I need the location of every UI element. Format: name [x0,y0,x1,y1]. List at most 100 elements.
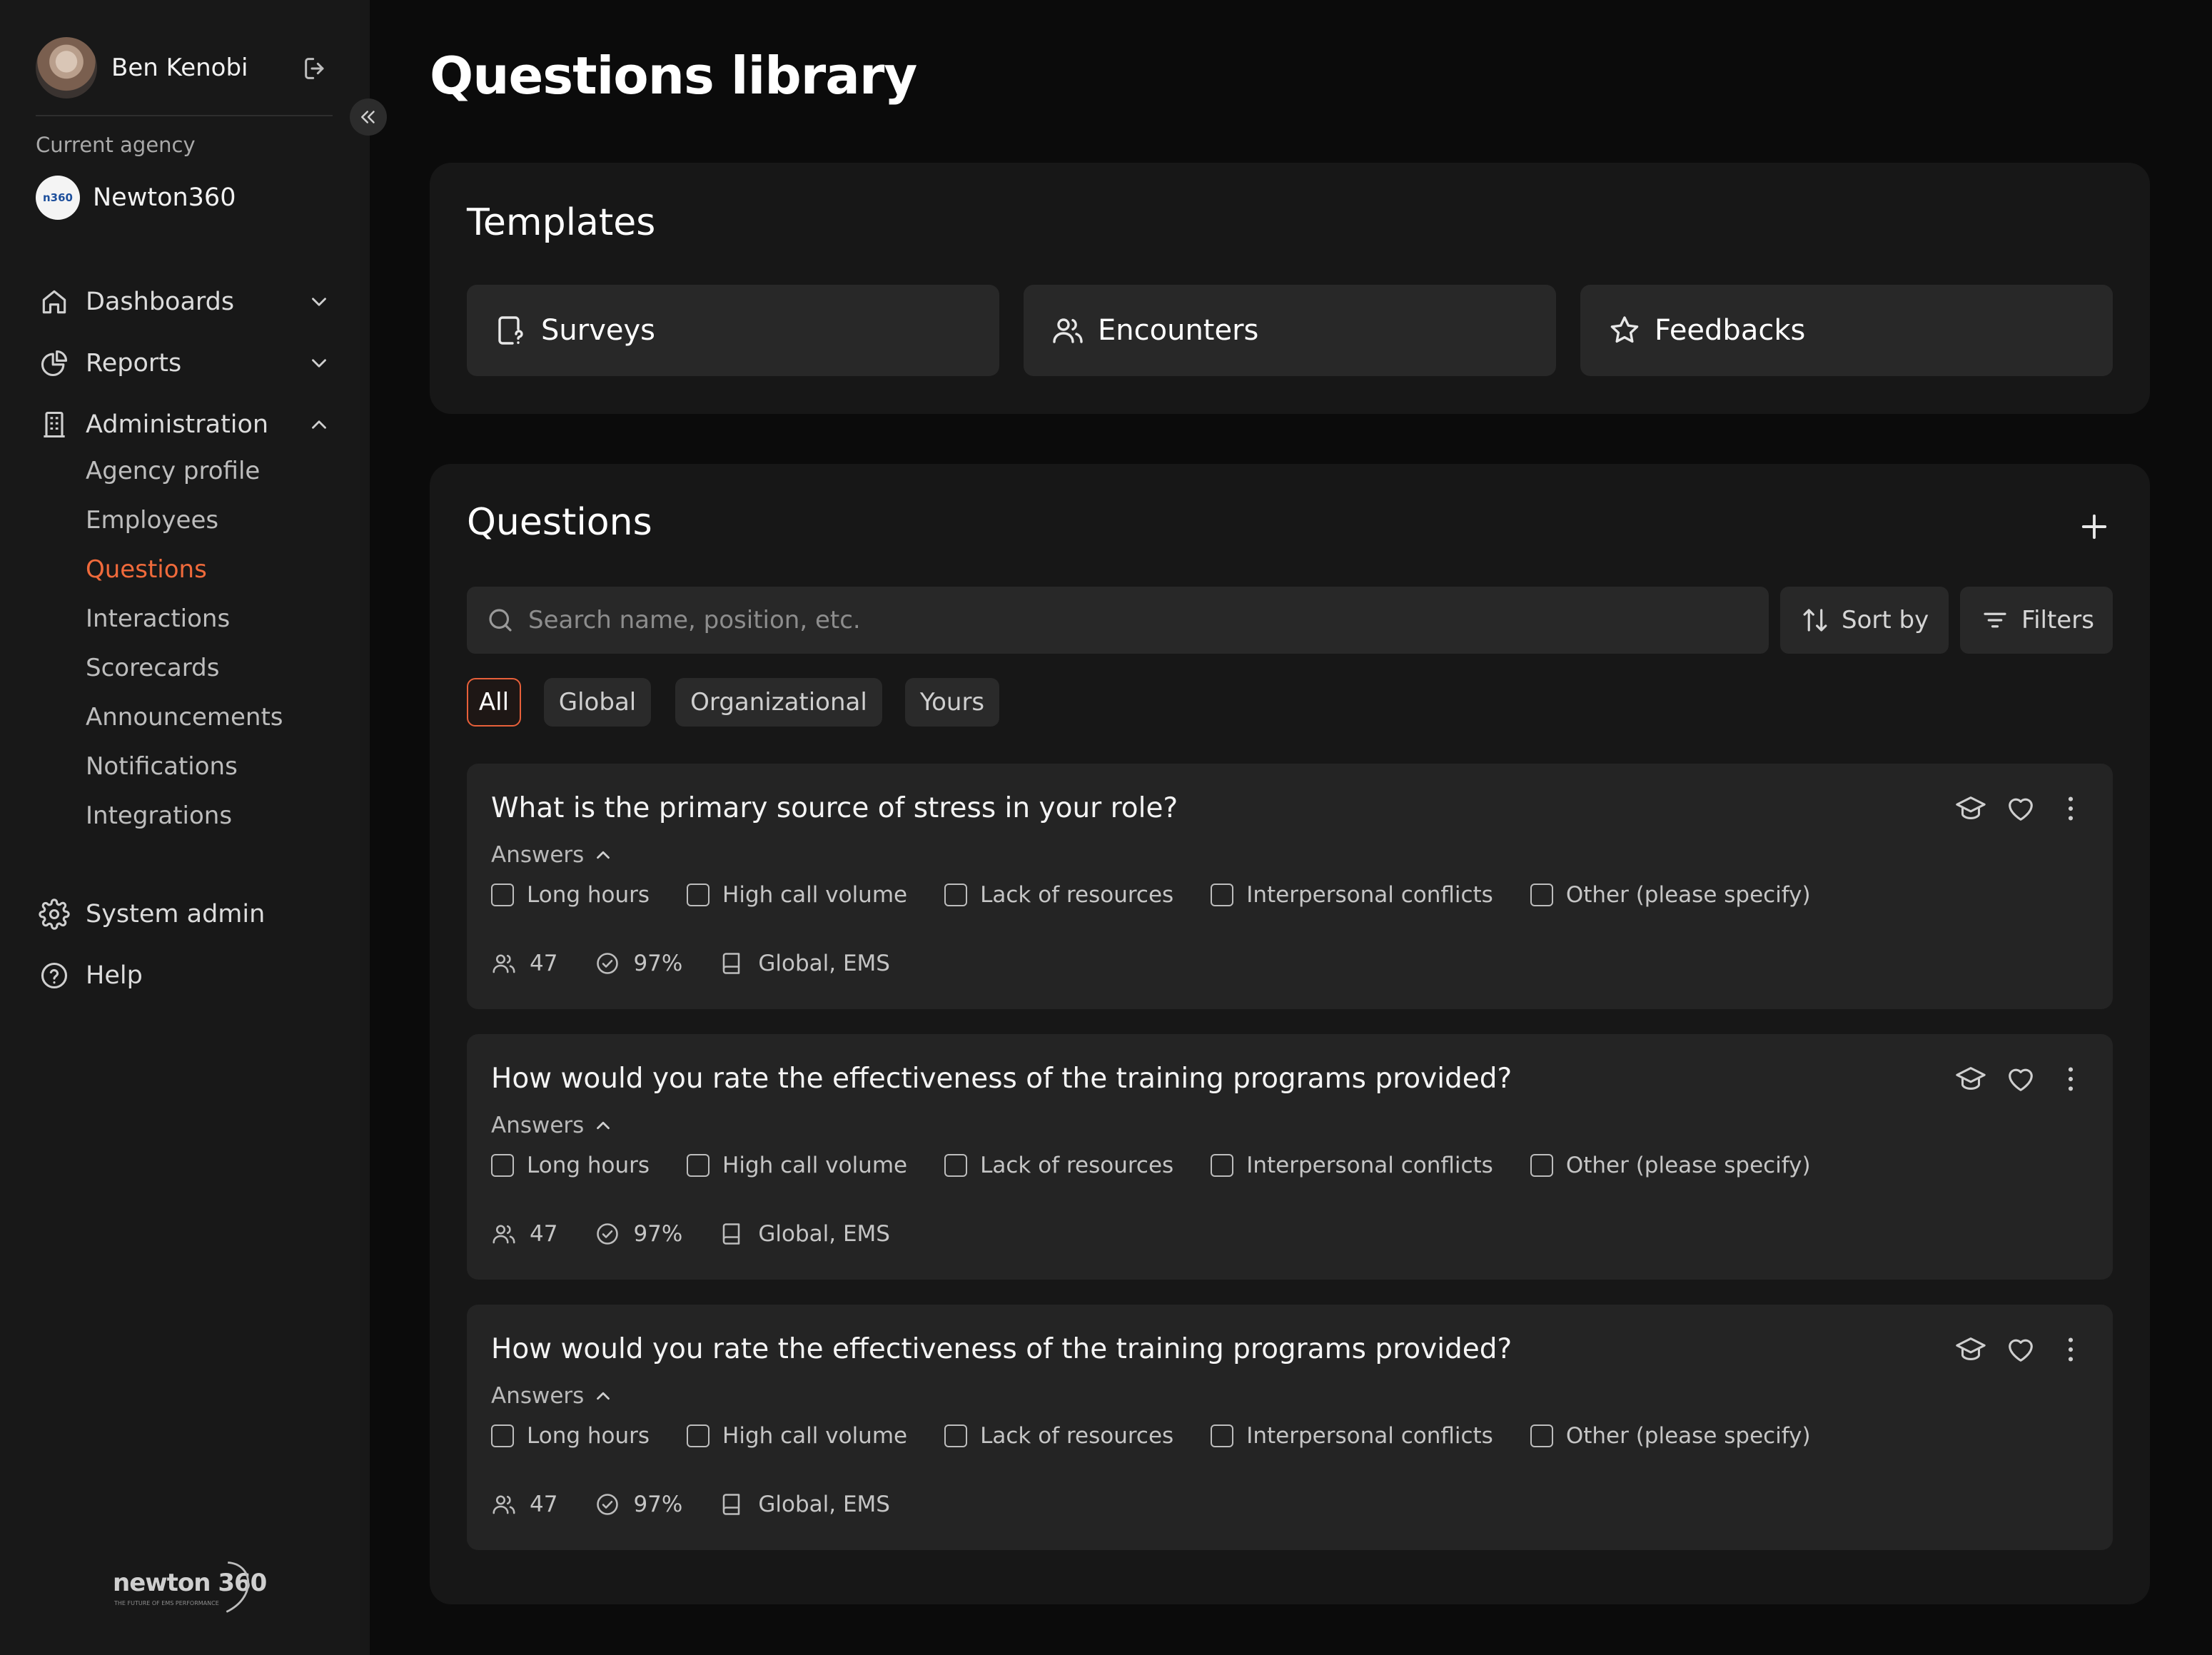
sidebar-item-employees[interactable]: Employees [86,506,218,535]
answers-list: Long hours High call volume Lack of reso… [491,1423,1848,1449]
answers-list: Long hours High call volume Lack of reso… [491,882,1848,908]
answers-toggle[interactable]: Answers [491,1113,614,1138]
double-chevron-left-icon [358,106,379,128]
answer-option[interactable]: Other (please specify) [1530,1153,1811,1178]
users-icon [491,951,517,976]
sidebar-item-integrations[interactable]: Integrations [86,801,232,830]
avatar[interactable] [36,37,97,98]
answer-option[interactable]: Other (please specify) [1530,1423,1811,1449]
sidebar-item-administration[interactable]: Administration [39,407,331,442]
book-icon [719,1492,745,1517]
answer-option[interactable]: Lack of resources [944,1153,1173,1178]
chevron-down-icon[interactable] [307,351,331,375]
answer-option[interactable]: Other (please specify) [1530,882,1811,908]
question-card[interactable]: What is the primary source of stress in … [467,764,2113,1009]
template-encounters[interactable]: Encounters [1024,285,1556,376]
answers-toggle[interactable]: Answers [491,1383,614,1409]
sidebar-item-label: System admin [86,900,266,928]
chevron-up-icon [592,1115,614,1136]
answer-option[interactable]: Interpersonal conflicts [1211,1153,1493,1178]
collapse-sidebar-button[interactable] [350,98,387,136]
checkbox[interactable] [491,884,514,906]
sidebar-item-label: Reports [86,349,182,378]
checkbox[interactable] [944,1154,968,1177]
answer-option[interactable]: Lack of resources [944,1423,1173,1449]
answer-option[interactable]: High call volume [687,882,907,908]
tab-all[interactable]: All [467,678,521,727]
checkbox[interactable] [491,1424,514,1447]
question-card[interactable]: How would you rate the effectiveness of … [467,1305,2113,1550]
more-vertical-icon[interactable] [2054,1063,2087,1095]
more-vertical-icon[interactable] [2054,792,2087,825]
tab-organizational[interactable]: Organizational [675,678,882,727]
search-input[interactable] [528,599,1769,642]
answer-option[interactable]: Long hours [491,1153,650,1178]
graduation-cap-icon[interactable] [1954,792,1987,825]
heart-icon[interactable] [2004,1063,2037,1095]
answer-label: Interpersonal conflicts [1246,882,1493,908]
answer-option[interactable]: Lack of resources [944,882,1173,908]
checkbox[interactable] [1530,1424,1553,1447]
checkbox[interactable] [687,884,710,906]
graduation-cap-icon[interactable] [1954,1333,1987,1366]
template-surveys[interactable]: Surveys [467,285,999,376]
search-bar[interactable] [467,587,1769,654]
answer-label: Long hours [527,882,650,908]
sidebar-item-notifications[interactable]: Notifications [86,752,238,781]
checkbox[interactable] [687,1154,710,1177]
chevron-up-icon[interactable] [307,413,331,437]
plus-icon [2076,508,2113,545]
home-icon [39,286,70,318]
answers-toggle[interactable]: Answers [491,842,614,868]
completion-stat: 97% [595,1492,682,1517]
answer-option[interactable]: Interpersonal conflicts [1211,882,1493,908]
checkbox[interactable] [944,884,968,906]
answer-option[interactable]: Long hours [491,882,650,908]
heart-icon[interactable] [2004,792,2037,825]
chevron-down-icon[interactable] [307,290,331,314]
checkbox[interactable] [1530,884,1553,906]
add-question-button[interactable] [2076,508,2113,545]
sort-button[interactable]: Sort by [1780,587,1949,654]
answer-option[interactable]: High call volume [687,1153,907,1178]
answer-option[interactable]: High call volume [687,1423,907,1449]
sidebar-item-label: Administration [86,410,269,439]
graduation-cap-icon[interactable] [1954,1063,1987,1095]
question-actions [1937,792,2087,825]
tab-global[interactable]: Global [544,678,651,727]
logout-icon[interactable] [301,54,330,83]
answer-label: Other (please specify) [1565,1153,1811,1178]
sidebar-item-reports[interactable]: Reports [39,345,331,381]
answer-label: Other (please specify) [1565,882,1811,908]
sidebar-item-announcements[interactable]: Announcements [86,703,283,732]
checkbox[interactable] [491,1154,514,1177]
answer-option[interactable]: Long hours [491,1423,650,1449]
agency-selector[interactable]: n360 Newton360 [36,176,236,220]
tab-yours[interactable]: Yours [905,678,999,727]
checkbox[interactable] [1530,1154,1553,1177]
sidebar-item-help[interactable]: Help [39,958,331,993]
question-card[interactable]: How would you rate the effectiveness of … [467,1034,2113,1280]
heart-icon[interactable] [2004,1333,2037,1366]
agency-name: Newton360 [93,183,236,212]
checkbox[interactable] [944,1424,968,1447]
question-stats: 47 97% Global, EMS [491,1492,927,1517]
check-circle-icon [595,1492,620,1517]
user-profile[interactable]: Ben Kenobi [36,36,335,100]
checkbox[interactable] [1211,1154,1234,1177]
sidebar-item-interactions[interactable]: Interactions [86,604,230,633]
filters-button[interactable]: Filters [1960,587,2113,654]
sidebar-item-questions[interactable]: Questions [86,555,207,584]
checkbox[interactable] [1211,884,1234,906]
template-feedbacks[interactable]: Feedbacks [1580,285,2113,376]
sidebar-item-dashboards[interactable]: Dashboards [39,284,331,320]
checkbox[interactable] [687,1424,710,1447]
sidebar-item-agency-profile[interactable]: Agency profile [86,457,260,485]
responses-stat: 47 [491,1492,557,1517]
sidebar-item-label: Help [86,961,143,990]
checkbox[interactable] [1211,1424,1234,1447]
sidebar-item-system-admin[interactable]: System admin [39,896,331,932]
answer-option[interactable]: Interpersonal conflicts [1211,1423,1493,1449]
sidebar-item-scorecards[interactable]: Scorecards [86,654,219,682]
more-vertical-icon[interactable] [2054,1333,2087,1366]
